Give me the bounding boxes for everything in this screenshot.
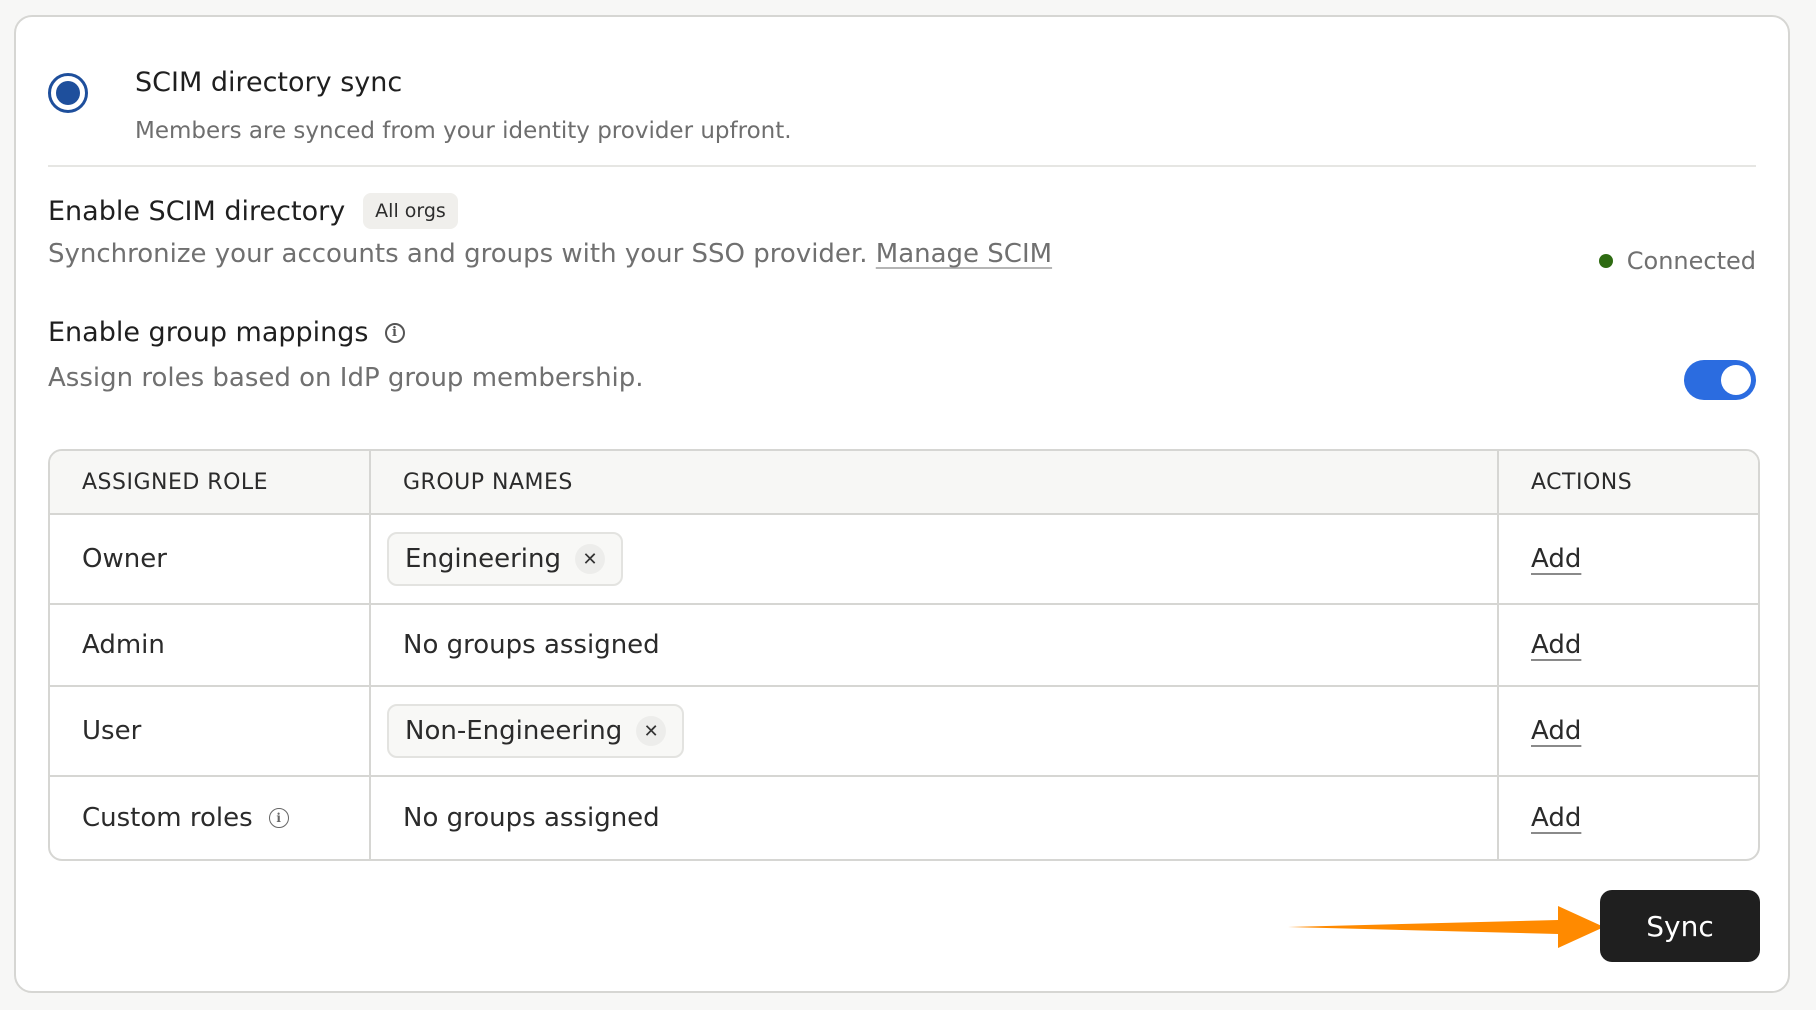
info-icon[interactable]: i <box>268 808 289 828</box>
actions-cell: Add <box>1499 687 1758 777</box>
group-mappings-title: Enable group mappings <box>48 317 369 348</box>
scim-section-description: Synchronize your accounts and groups wit… <box>48 239 868 269</box>
role-cell: Admin <box>50 605 371 687</box>
column-header-actions: ACTIONS <box>1499 451 1758 515</box>
add-group-link[interactable]: Add <box>1531 544 1581 574</box>
divider <box>48 165 1756 167</box>
scim-settings-card: SCIM directory sync Members are synced f… <box>14 15 1790 993</box>
remove-group-icon[interactable]: ✕ <box>575 544 605 574</box>
group-chip-label: Engineering <box>405 544 561 574</box>
table-header-row: ASSIGNED ROLE GROUP NAMES ACTIONS <box>50 451 1758 515</box>
group-chip-label: Non-Engineering <box>405 716 623 746</box>
group-mappings-title-row: Enable group mappings i <box>48 317 405 348</box>
add-group-link[interactable]: Add <box>1531 716 1581 746</box>
status-text: Connected <box>1626 247 1756 275</box>
toggle-knob <box>1721 365 1751 395</box>
manage-scim-link[interactable]: Manage SCIM <box>876 239 1052 269</box>
scim-sync-radio[interactable] <box>48 73 88 113</box>
scim-section-description-row: Synchronize your accounts and groups wit… <box>48 239 1052 269</box>
table-row: User Non-Engineering ✕ Add <box>50 687 1758 777</box>
option-description: Members are synced from your identity pr… <box>135 118 792 144</box>
table-row: Owner Engineering ✕ Add <box>50 515 1758 605</box>
group-mappings-description: Assign roles based on IdP group membersh… <box>48 363 644 393</box>
radio-selected-dot <box>56 81 80 105</box>
role-cell: User <box>50 687 371 777</box>
actions-cell: Add <box>1499 515 1758 605</box>
remove-group-icon[interactable]: ✕ <box>636 716 667 746</box>
groups-cell: Engineering ✕ <box>371 515 1499 605</box>
table-row: Admin No groups assigned Add <box>50 605 1758 687</box>
scim-section-title: Enable SCIM directory <box>48 195 346 227</box>
actions-cell: Add <box>1499 777 1758 859</box>
status-dot-icon <box>1598 254 1613 268</box>
arrow-icon <box>1288 906 1604 948</box>
info-icon[interactable]: i <box>384 322 405 343</box>
add-group-link[interactable]: Add <box>1531 630 1581 660</box>
group-mappings-toggle[interactable] <box>1684 360 1756 400</box>
sync-button[interactable]: Sync <box>1600 890 1760 962</box>
connection-status: Connected <box>1598 247 1756 275</box>
role-cell: Custom roles i <box>50 777 371 859</box>
groups-cell: Non-Engineering ✕ <box>371 687 1499 777</box>
role-label: Custom roles <box>82 803 253 833</box>
column-header-assigned-role: ASSIGNED ROLE <box>50 451 371 515</box>
column-header-group-names: GROUP NAMES <box>371 451 1499 515</box>
role-mapping-table: ASSIGNED ROLE GROUP NAMES ACTIONS Owner … <box>48 449 1760 861</box>
scim-section-title-row: Enable SCIM directory All orgs <box>48 193 458 229</box>
actions-cell: Add <box>1499 605 1758 687</box>
table-row: Custom roles i No groups assigned Add <box>50 777 1758 859</box>
groups-cell-empty: No groups assigned <box>371 605 1499 687</box>
add-group-link[interactable]: Add <box>1531 803 1581 833</box>
group-chip: Non-Engineering ✕ <box>387 704 685 758</box>
option-title: SCIM directory sync <box>135 67 403 98</box>
all-orgs-badge: All orgs <box>363 193 458 229</box>
role-cell: Owner <box>50 515 371 605</box>
group-chip: Engineering ✕ <box>387 532 623 586</box>
groups-cell-empty: No groups assigned <box>371 777 1499 859</box>
